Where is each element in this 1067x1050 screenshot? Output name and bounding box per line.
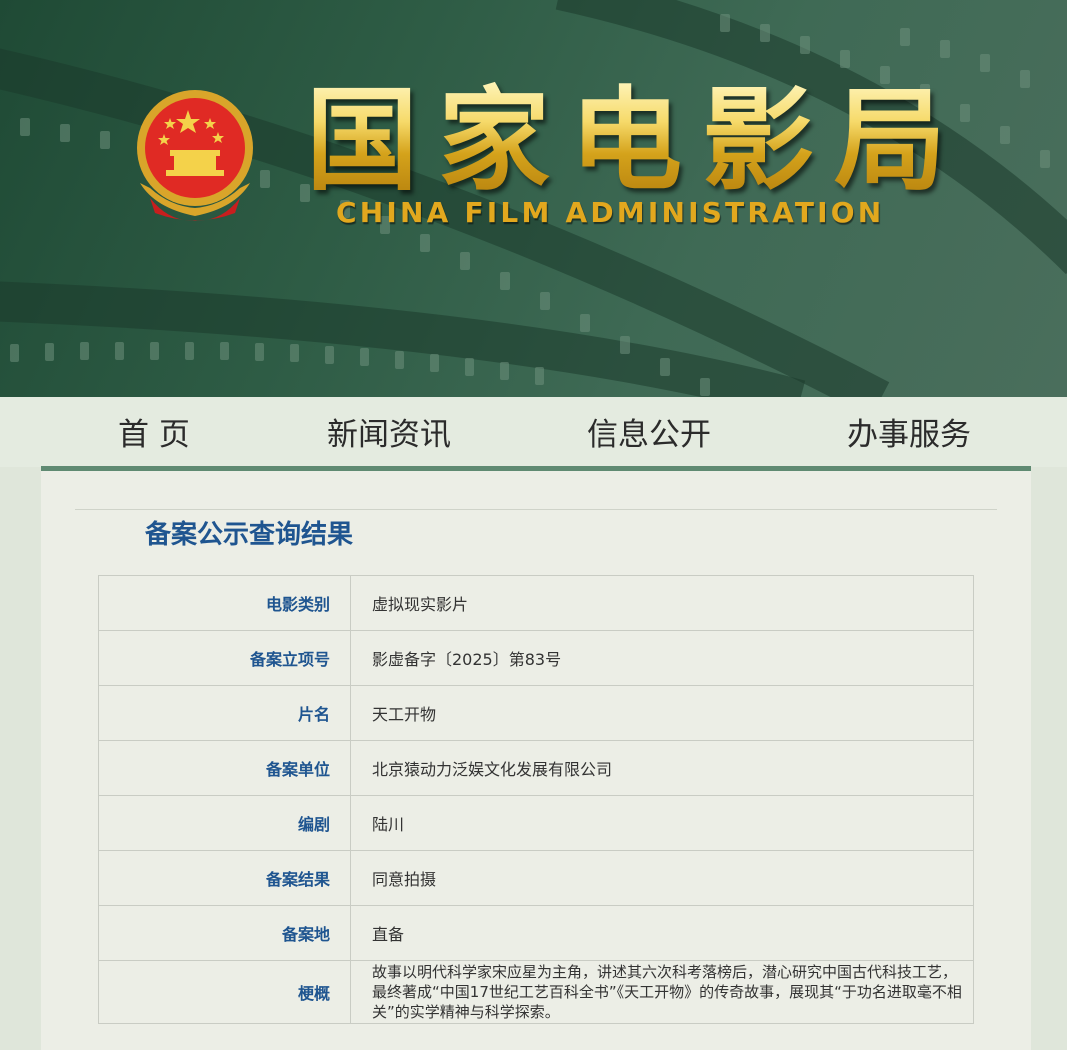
table-row: 梗概 故事以明代科学家宋应星为主角，讲述其六次科考落榜后，潜心研究中国古代科技工… xyxy=(98,960,974,1024)
row-value: 北京猿动力泛娱文化发展有限公司 xyxy=(350,740,974,796)
record-table: 电影类别 虚拟现实影片 备案立项号 影虚备字〔2025〕第83号 片名 天工开物… xyxy=(98,575,974,1024)
title-char: 影 xyxy=(702,76,814,206)
row-label: 编剧 xyxy=(98,795,351,851)
nav-item-home[interactable]: 首 页 xyxy=(118,409,190,454)
title-char: 局 xyxy=(834,76,946,206)
row-value: 故事以明代科学家宋应星为主角，讲述其六次科考落榜后，潜心研究中国古代科技工艺，最… xyxy=(350,960,974,1024)
row-value: 天工开物 xyxy=(350,685,974,741)
title-char: 电 xyxy=(570,76,682,206)
main-nav: 首 页 新闻资讯 信息公开 办事服务 xyxy=(0,397,1067,467)
row-label: 片名 xyxy=(98,685,351,741)
site-title-cn: 国 家 电 影 局 xyxy=(306,76,946,206)
table-row: 编剧 陆川 xyxy=(98,795,974,851)
nav-item-news[interactable]: 新闻资讯 xyxy=(327,409,451,454)
table-row: 电影类别 虚拟现实影片 xyxy=(98,575,974,631)
header-banner: 国 家 电 影 局 CHINA FILM ADMINISTRATION xyxy=(0,0,1067,397)
heading-rule xyxy=(75,509,997,510)
title-char: 国 xyxy=(306,76,418,206)
national-emblem-icon xyxy=(137,90,253,221)
row-label: 电影类别 xyxy=(98,575,351,631)
table-row: 备案单位 北京猿动力泛娱文化发展有限公司 xyxy=(98,740,974,796)
row-value: 直备 xyxy=(350,905,974,961)
site-title-en: CHINA FILM ADMINISTRATION xyxy=(336,196,885,229)
row-value: 虚拟现实影片 xyxy=(350,575,974,631)
table-row: 备案地 直备 xyxy=(98,905,974,961)
page-title: 备案公示查询结果 xyxy=(145,520,354,550)
content-panel: 备案公示查询结果 电影类别 虚拟现实影片 备案立项号 影虚备字〔2025〕第83… xyxy=(41,471,1031,1050)
row-value: 陆川 xyxy=(350,795,974,851)
row-value: 影虚备字〔2025〕第83号 xyxy=(350,630,974,686)
title-char: 家 xyxy=(438,76,550,206)
table-row: 备案立项号 影虚备字〔2025〕第83号 xyxy=(98,630,974,686)
row-label: 备案单位 xyxy=(98,740,351,796)
row-label: 备案结果 xyxy=(98,850,351,906)
row-label: 备案地 xyxy=(98,905,351,961)
table-row: 片名 天工开物 xyxy=(98,685,974,741)
row-value: 同意拍摄 xyxy=(350,850,974,906)
row-label: 梗概 xyxy=(98,960,351,1024)
row-label: 备案立项号 xyxy=(98,630,351,686)
nav-item-info-disclosure[interactable]: 信息公开 xyxy=(587,409,711,454)
table-row: 备案结果 同意拍摄 xyxy=(98,850,974,906)
nav-item-services[interactable]: 办事服务 xyxy=(847,409,971,454)
